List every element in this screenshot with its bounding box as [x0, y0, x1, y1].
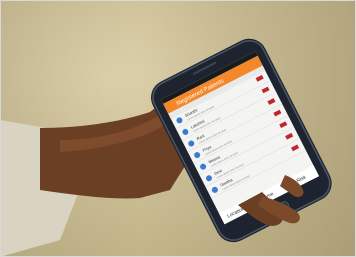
photo: Registered Patients Shanthi Lorem ipsum … [0, 0, 356, 257]
image-frame [0, 0, 356, 257]
